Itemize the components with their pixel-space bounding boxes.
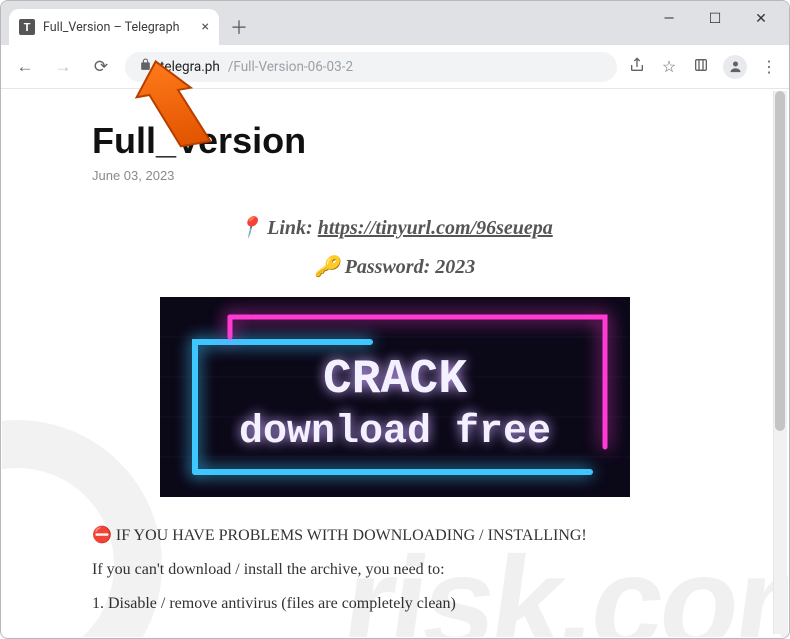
bookmark-icon[interactable]: ☆	[659, 57, 679, 76]
problems-heading: IF YOU HAVE PROBLEMS WITH DOWNLOADING / …	[116, 527, 587, 544]
new-tab-button[interactable]: ＋	[225, 13, 253, 41]
browser-toolbar: ← → ⟳ telegra.ph/Full-Version-06-03-2 ☆ …	[1, 45, 789, 89]
close-window-button[interactable]: ✕	[741, 5, 781, 33]
stop-icon: ⛔	[92, 527, 112, 544]
address-bar[interactable]: telegra.ph/Full-Version-06-03-2	[125, 52, 617, 82]
vertical-scrollbar[interactable]	[773, 91, 787, 634]
profile-button[interactable]	[723, 55, 747, 79]
close-tab-icon[interactable]: ×	[202, 19, 209, 35]
pin-icon: 📍	[237, 217, 262, 239]
reload-button[interactable]: ⟳	[87, 57, 115, 77]
maximize-button[interactable]: ☐	[695, 5, 735, 33]
problems-intro: If you can't download / install the arch…	[92, 561, 698, 579]
download-link[interactable]: https://tinyurl.com/96seuepa	[318, 217, 553, 239]
crack-banner: CRACK download free	[160, 297, 630, 497]
tab-title: Full_Version – Telegraph	[43, 20, 180, 35]
problems-step-1: 1. Disable / remove antivirus (files are…	[92, 595, 698, 613]
banner-text-2: download free	[239, 410, 551, 455]
banner-text-1: CRACK	[323, 353, 467, 407]
url-host: telegra.ph	[160, 59, 220, 75]
url-path: /Full-Version-06-03-2	[228, 59, 353, 75]
page-viewport: Full_Version June 03, 2023 📍 Link: https…	[2, 90, 788, 637]
forward-button[interactable]: →	[49, 57, 77, 77]
page-title: Full_Version	[92, 120, 698, 162]
back-button[interactable]: ←	[11, 57, 39, 77]
browser-tab[interactable]: T Full_Version – Telegraph ×	[9, 9, 219, 45]
tab-strip: T Full_Version – Telegraph × ＋ — ☐ ✕	[1, 1, 789, 45]
key-icon: 🔑	[315, 256, 340, 278]
lock-icon	[139, 58, 152, 75]
page-date: June 03, 2023	[92, 168, 698, 183]
share-icon[interactable]	[627, 57, 647, 77]
link-prefix: Link:	[267, 217, 313, 239]
reading-list-icon[interactable]	[691, 57, 711, 77]
password-value: 2023	[435, 256, 475, 278]
password-prefix: Password:	[345, 256, 431, 278]
menu-icon[interactable]: ⋮	[759, 57, 779, 76]
tab-favicon: T	[19, 19, 35, 35]
minimize-button[interactable]: —	[649, 5, 689, 33]
